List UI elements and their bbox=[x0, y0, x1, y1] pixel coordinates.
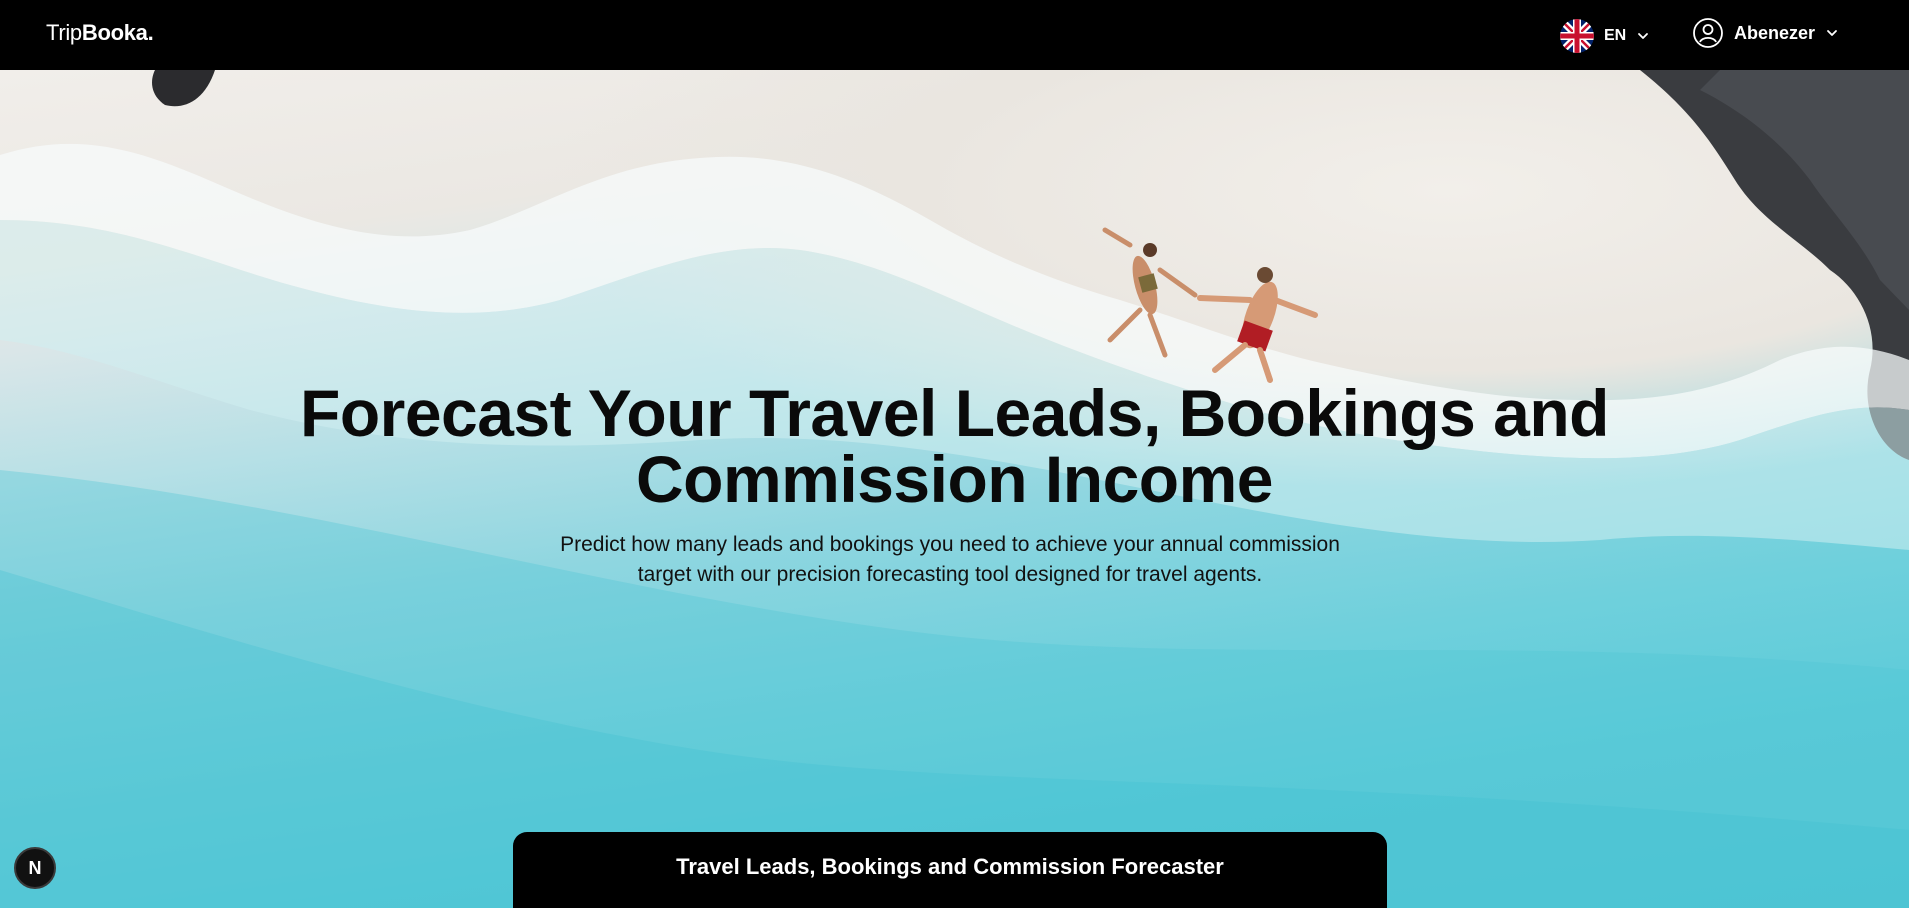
language-selector[interactable]: EN bbox=[1560, 19, 1650, 53]
tripbooka-logo[interactable]: TripBooka. bbox=[46, 20, 154, 46]
logo-booka-text: Booka. bbox=[81, 20, 154, 45]
user-name: Abenezer bbox=[1734, 22, 1816, 43]
hero-subtitle-line-1: Predict how many leads and bookings you … bbox=[560, 533, 1340, 556]
nextjs-dev-badge[interactable]: N bbox=[14, 847, 56, 889]
hero-title: Forecast Your Travel Leads, Bookings and… bbox=[0, 380, 1909, 512]
top-navigation-bar: TripBooka. EN Abenezer bbox=[0, 0, 1909, 70]
hero-subtitle-line-2: target with our precision forecasting to… bbox=[637, 563, 1263, 586]
forecaster-title: Travel Leads, Bookings and Commission Fo… bbox=[676, 854, 1224, 879]
forecaster-card: Travel Leads, Bookings and Commission Fo… bbox=[513, 832, 1387, 908]
hero-subtitle: Predict how many leads and bookings you … bbox=[520, 530, 1380, 590]
hero-title-line-2: Commission Income bbox=[636, 442, 1273, 516]
user-menu[interactable]: Abenezer bbox=[1692, 17, 1839, 49]
language-label: EN bbox=[1604, 27, 1627, 44]
chevron-down-icon bbox=[1638, 33, 1649, 39]
user-icon bbox=[1693, 18, 1723, 48]
hero-section: Forecast Your Travel Leads, Bookings and… bbox=[0, 70, 1909, 908]
chevron-down-icon bbox=[1827, 30, 1837, 36]
uk-flag-icon bbox=[1560, 19, 1594, 53]
hero-title-line-1: Forecast Your Travel Leads, Bookings and bbox=[300, 376, 1609, 450]
logo-trip-text: Trip bbox=[46, 20, 82, 45]
